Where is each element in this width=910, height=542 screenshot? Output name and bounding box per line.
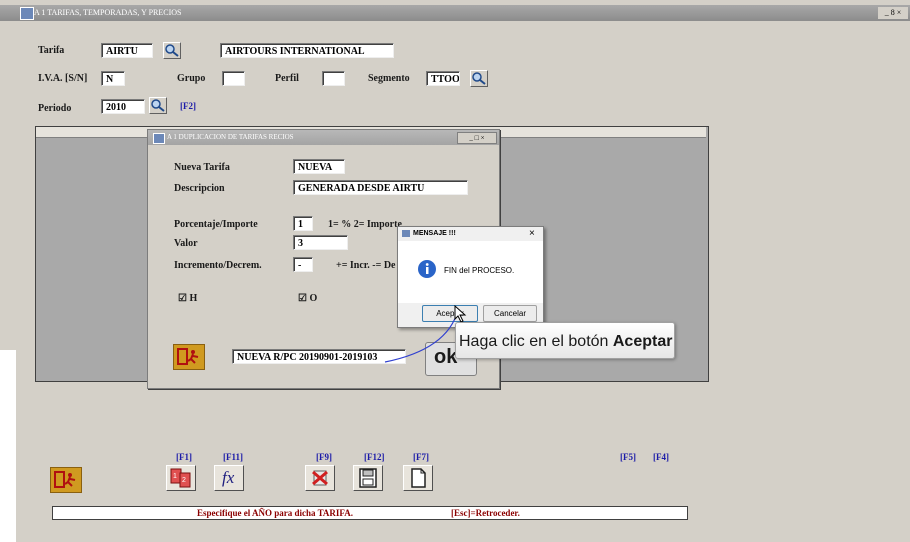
status-bar: Especifique el AÑO para dicha TARIFA. [E…: [52, 506, 688, 520]
search-icon: [472, 72, 486, 85]
periodo-field[interactable]: 2010: [101, 99, 145, 114]
porcentaje-field[interactable]: 1: [293, 216, 313, 231]
descripcion-field[interactable]: GENERADA DESDE AIRTU: [293, 180, 468, 195]
app-icon: [20, 7, 34, 20]
dialog-exit-button[interactable]: [173, 344, 205, 370]
tarifa-code-field[interactable]: AIRTU: [101, 43, 153, 58]
exit-door-icon: [54, 471, 76, 488]
window-controls[interactable]: _ 8 ×: [878, 7, 908, 19]
callout-text: Haga clic en el botón: [459, 333, 613, 350]
fkey-f12: [F12]: [364, 452, 385, 462]
instruction-callout: Haga clic en el botón Aceptar: [455, 322, 675, 359]
search-icon: [151, 99, 165, 112]
fkey-f9: [F9]: [316, 452, 332, 462]
fkey-f7: [F7]: [413, 452, 429, 462]
formula-button[interactable]: fx: [214, 465, 244, 491]
incremento-label: Incremento/Decrem.: [174, 260, 262, 271]
dialog-app-icon: [153, 133, 165, 144]
tarifa-name-field[interactable]: AIRTOURS INTERNATIONAL: [220, 43, 394, 58]
periodo-label: Periodo: [38, 103, 72, 114]
new-document-button[interactable]: [403, 465, 433, 491]
checkbox-h[interactable]: ☑ H: [178, 293, 197, 304]
valor-field[interactable]: 3: [293, 235, 348, 250]
duplicate-button[interactable]: 12: [166, 465, 196, 491]
function-icon: fx: [222, 468, 235, 487]
grupo-field[interactable]: [222, 71, 245, 86]
descripcion-label: Descripcion: [174, 183, 225, 194]
background-area: [0, 350, 16, 542]
dialog-title: A 1 DUPLICACION DE TARIFAS RECIOS: [167, 133, 294, 141]
delete-icon: [312, 470, 328, 486]
main-exit-button[interactable]: [50, 467, 82, 493]
fkey-f1: [F1]: [176, 452, 192, 462]
message-text: FIN del PROCESO.: [444, 266, 515, 275]
valor-label: Valor: [174, 238, 198, 249]
svg-text:1: 1: [173, 473, 177, 480]
dialog-title-bar: A 1 DUPLICACION DE TARIFAS RECIOS _ □ ×: [148, 130, 499, 145]
nueva-tarifa-field[interactable]: NUEVA: [293, 159, 345, 174]
mouse-cursor-icon: [454, 305, 467, 323]
dialog-window-controls[interactable]: _ □ ×: [457, 132, 497, 144]
segmento-label: Segmento: [368, 73, 410, 84]
segmento-field[interactable]: TTOO: [426, 71, 460, 86]
window-title: A 1 TARIFAS, TEMPORADAS, Y PRECIOS: [34, 8, 182, 17]
incremento-field[interactable]: -: [293, 257, 313, 272]
status-esc-hint: [Esc]=Retroceder.: [451, 508, 520, 518]
title-bar: A 1 TARIFAS, TEMPORADAS, Y PRECIOS _ 8 ×: [0, 5, 910, 21]
checkbox-o[interactable]: ☑ O: [298, 293, 317, 304]
callout-text-bold: Aceptar: [612, 333, 673, 350]
porcentaje-label: Porcentaje/Importe: [174, 219, 258, 230]
message-close-button[interactable]: ×: [529, 227, 535, 241]
tarifa-search-button[interactable]: [163, 42, 181, 59]
iva-field[interactable]: N: [101, 71, 125, 86]
delete-button[interactable]: [305, 465, 335, 491]
periodo-fkey-hint: [F2]: [180, 101, 196, 111]
tarifa-label: Tarifa: [38, 45, 65, 56]
main-window: A 1 TARIFAS, TEMPORADAS, Y PRECIOS _ 8 ×…: [0, 0, 910, 542]
message-title-bar: MENSAJE !!! ×: [398, 227, 543, 241]
perfil-field[interactable]: [322, 71, 345, 86]
svg-text:2: 2: [182, 477, 186, 484]
message-app-icon: [402, 230, 410, 237]
exit-door-icon: [177, 348, 199, 365]
duplicate-pages-icon: 12: [170, 468, 191, 488]
iva-label: I.V.A. [S/N]: [38, 73, 88, 84]
periodo-search-button[interactable]: [149, 97, 167, 114]
porcentaje-hint: 1= % 2= Importe: [328, 219, 402, 230]
info-icon: [418, 260, 436, 278]
perfil-label: Perfil: [275, 73, 299, 84]
incremento-hint: += Incr. -= De: [336, 260, 396, 271]
status-message: Especifique el AÑO para dicha TARIFA.: [197, 508, 354, 518]
segmento-search-button[interactable]: [470, 70, 488, 87]
new-document-icon: [411, 468, 426, 488]
floppy-disk-icon: [359, 468, 377, 488]
fkey-f5: [F5]: [620, 452, 636, 462]
search-icon: [165, 44, 179, 57]
message-title: MENSAJE !!!: [413, 230, 456, 237]
cancel-button[interactable]: Cancelar: [483, 305, 537, 322]
grupo-label: Grupo: [177, 73, 206, 84]
save-button[interactable]: [353, 465, 383, 491]
fkey-f11: [F11]: [223, 452, 243, 462]
nueva-tarifa-label: Nueva Tarifa: [174, 162, 230, 173]
fkey-f4: [F4]: [653, 452, 669, 462]
message-body: FIN del PROCESO.: [398, 241, 543, 303]
